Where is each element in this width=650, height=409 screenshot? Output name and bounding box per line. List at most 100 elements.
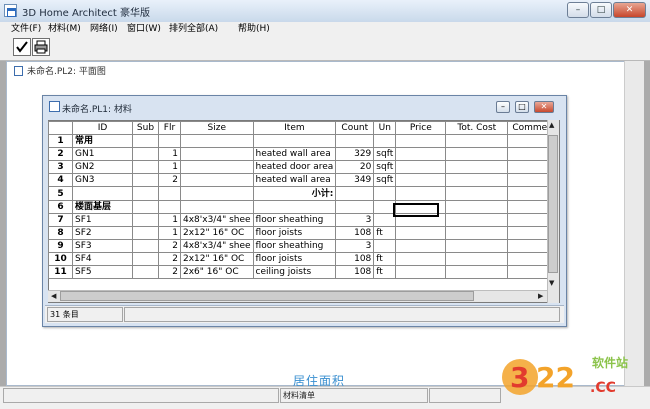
cell-comment[interactable] (507, 265, 553, 280)
cell-item[interactable]: floor sheathing (252, 238, 337, 253)
cell-sub[interactable] (132, 173, 159, 188)
cell-size[interactable] (180, 160, 254, 175)
cell-un[interactable]: ft (373, 251, 397, 267)
cell-item[interactable]: floor sheathing (252, 212, 337, 227)
cell-count[interactable] (335, 134, 375, 149)
cell-item[interactable]: floor joists (252, 225, 337, 240)
cell-sub[interactable] (132, 199, 159, 214)
cell-tot[interactable] (445, 238, 509, 253)
cell-count[interactable]: 108 (335, 251, 375, 267)
cell-tot[interactable] (445, 251, 509, 267)
cell-flr[interactable] (158, 199, 181, 214)
cell-id[interactable]: 常用 (72, 134, 133, 149)
corner-cell[interactable] (48, 120, 73, 136)
cell-tot[interactable] (445, 173, 509, 188)
grid-vertical-thumb[interactable] (548, 135, 558, 273)
scroll-up-icon[interactable]: ▲ (549, 121, 554, 129)
cell-size[interactable] (180, 147, 254, 162)
cell-un[interactable] (373, 134, 397, 149)
row-number-cell[interactable]: 3 (48, 160, 73, 175)
grid-horizontal-thumb[interactable] (60, 291, 474, 301)
cell-un[interactable]: sqft (373, 173, 397, 188)
cell-price[interactable] (395, 265, 447, 280)
cell-comment[interactable] (507, 199, 553, 214)
cell-item[interactable]: floor joists (252, 251, 337, 267)
cell-un[interactable]: ft (373, 265, 397, 280)
cell-sub[interactable] (132, 186, 159, 201)
row-number-cell[interactable]: 1 (48, 134, 73, 149)
print-button[interactable] (32, 38, 50, 56)
cell-count[interactable]: 349 (335, 173, 375, 188)
cell-flr[interactable]: 2 (158, 173, 181, 188)
cell-id[interactable]: GN2 (72, 160, 133, 175)
cell-sub[interactable] (132, 265, 159, 280)
cell-size[interactable] (180, 199, 254, 214)
cell-sub[interactable] (132, 160, 159, 175)
cell-comment[interactable] (507, 134, 553, 149)
cell-un[interactable] (373, 186, 397, 201)
cell-size[interactable] (180, 173, 254, 188)
cell-count[interactable]: 108 (335, 225, 375, 240)
cell-count[interactable]: 3 (335, 212, 375, 227)
cell-flr[interactable]: 1 (158, 225, 181, 240)
row-number-cell[interactable]: 2 (48, 147, 73, 162)
cell-tot[interactable] (445, 199, 509, 214)
menu-help[interactable]: 帮助(H) (238, 22, 270, 36)
cell-price[interactable] (395, 186, 447, 201)
cell-item[interactable]: heated wall area (252, 173, 337, 188)
cell-tot[interactable] (445, 134, 509, 149)
cell-size[interactable] (180, 186, 254, 201)
row-number-cell[interactable]: 7 (48, 212, 73, 227)
row-number-cell[interactable]: 9 (48, 238, 73, 253)
cell-comment[interactable] (507, 212, 553, 227)
row-number-cell[interactable]: 11 (48, 265, 73, 280)
row-number-cell[interactable]: 10 (48, 251, 73, 267)
cell-flr[interactable]: 1 (158, 147, 181, 162)
cell-sub[interactable] (132, 147, 159, 162)
selected-cell[interactable] (393, 203, 439, 217)
cell-item[interactable] (252, 134, 337, 149)
col-header-id[interactable]: ID (72, 120, 133, 136)
col-header-price[interactable]: Price (395, 120, 447, 136)
cell-price[interactable] (395, 251, 447, 267)
cell-flr[interactable]: 2 (158, 251, 181, 267)
cell-size[interactable]: 2x12" 16" OC (180, 251, 254, 267)
row-number-cell[interactable]: 8 (48, 225, 73, 240)
child-maximize-button[interactable]: □ (515, 101, 529, 113)
cell-id[interactable]: SF2 (72, 225, 133, 240)
col-header-sub[interactable]: Sub (132, 120, 159, 136)
cell-price[interactable] (395, 160, 447, 175)
col-header-count[interactable]: Count (335, 120, 375, 136)
cell-price[interactable] (395, 134, 447, 149)
cell-item[interactable]: heated door area (252, 160, 337, 175)
menu-arrange-all[interactable]: 排列全部(A) (169, 22, 218, 36)
cell-id[interactable]: SF3 (72, 238, 133, 253)
cell-id[interactable]: 楼面基层 (72, 199, 133, 214)
cell-un[interactable]: sqft (373, 160, 397, 175)
cell-sub[interactable] (132, 212, 159, 227)
cell-tot[interactable] (445, 212, 509, 227)
cell-comment[interactable] (507, 160, 553, 175)
cell-un[interactable] (373, 238, 397, 253)
scroll-down-icon[interactable]: ▼ (549, 279, 554, 287)
cell-item[interactable]: heated wall area (252, 147, 337, 162)
cell-size[interactable]: 2x6" 16" OC (180, 265, 254, 280)
cell-flr[interactable] (158, 186, 181, 201)
cell-sub[interactable] (132, 251, 159, 267)
col-header-item[interactable]: Item (252, 120, 337, 136)
col-header-comment[interactable]: Comme (507, 120, 553, 136)
cell-id[interactable]: SF1 (72, 212, 133, 227)
cell-comment[interactable] (507, 238, 553, 253)
minimize-button[interactable]: – (567, 2, 589, 18)
cell-tot[interactable] (445, 186, 509, 201)
cell-item[interactable]: 小计: (252, 186, 337, 201)
col-header-flr[interactable]: Flr (158, 120, 181, 136)
cell-tot[interactable] (445, 160, 509, 175)
child-close-button[interactable]: ✕ (534, 101, 554, 113)
col-header-un[interactable]: Un (373, 120, 397, 136)
cell-flr[interactable]: 1 (158, 212, 181, 227)
child-minimize-button[interactable]: – (496, 101, 510, 113)
cell-flr[interactable]: 2 (158, 265, 181, 280)
scroll-left-icon[interactable]: ◀ (51, 292, 56, 300)
cell-sub[interactable] (132, 134, 159, 149)
